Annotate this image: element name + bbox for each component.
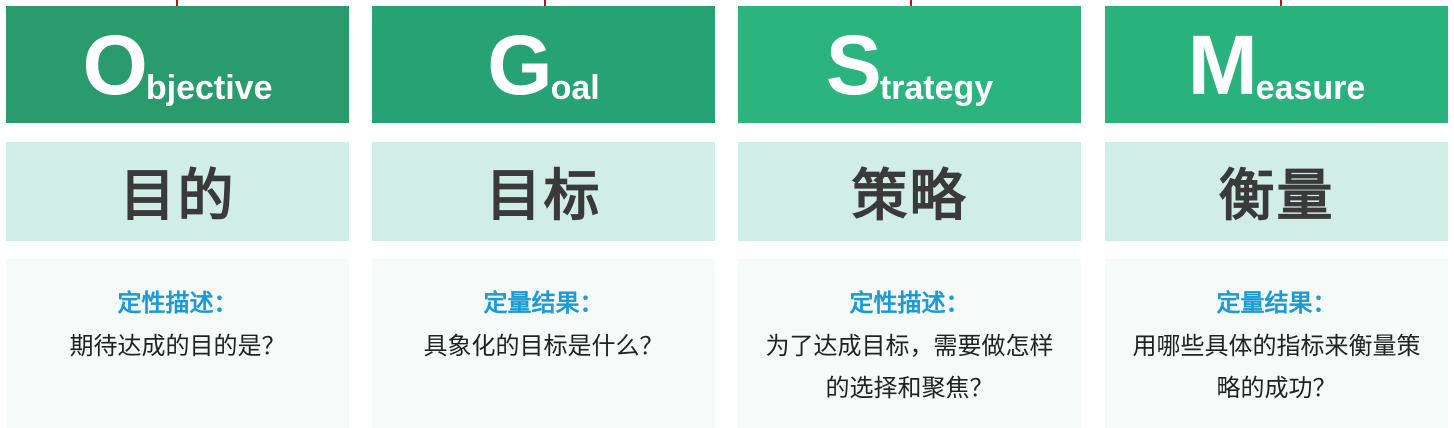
header-rest: bjective xyxy=(145,68,273,107)
header-measure: M easure xyxy=(1105,6,1448,123)
description-question: 为了达成目标，需要做怎样的选择和聚焦？ xyxy=(765,332,1054,402)
description-question: 期待达成的目的是？ xyxy=(69,332,286,360)
description-label: 定性描述： xyxy=(849,289,970,317)
header-initial: G xyxy=(487,17,552,112)
chinese-title: 目标 xyxy=(372,142,715,241)
header-goal: G oal xyxy=(372,6,715,123)
description-box: 定量结果： 用哪些具体的指标来衡量策略的成功？ xyxy=(1105,259,1448,428)
header-initial: M xyxy=(1187,17,1258,112)
description-label: 定量结果： xyxy=(1216,289,1337,317)
header-rest: trategy xyxy=(879,68,994,107)
description-label: 定量结果： xyxy=(483,289,604,317)
header-initial: O xyxy=(82,17,148,112)
description-question: 具象化的目标是什么？ xyxy=(423,332,664,360)
description-question: 用哪些具体的指标来衡量策略的成功？ xyxy=(1132,332,1421,402)
chinese-title: 目的 xyxy=(6,142,349,241)
column-measure: M easure 衡量 定量结果： 用哪些具体的指标来衡量策略的成功？ xyxy=(1105,0,1448,428)
header-rest: oal xyxy=(550,68,600,107)
header-rest: easure xyxy=(1255,68,1366,107)
header-objective: O bjective xyxy=(6,6,349,123)
description-box: 定量结果： 具象化的目标是什么？ xyxy=(372,259,715,428)
header-initial: S xyxy=(825,17,882,112)
description-box: 定性描述： 为了达成目标，需要做怎样的选择和聚焦？ xyxy=(738,259,1081,428)
description-box: 定性描述： 期待达成的目的是？ xyxy=(6,259,349,428)
column-goal: G oal 目标 定量结果： 具象化的目标是什么？ xyxy=(372,0,715,428)
chinese-title: 策略 xyxy=(738,142,1081,241)
chinese-title: 衡量 xyxy=(1105,142,1448,241)
description-label: 定性描述： xyxy=(117,289,238,317)
header-strategy: S trategy xyxy=(738,6,1081,123)
column-objective: O bjective 目的 定性描述： 期待达成的目的是？ xyxy=(6,0,349,428)
column-strategy: S trategy 策略 定性描述： 为了达成目标，需要做怎样的选择和聚焦？ xyxy=(738,0,1081,428)
